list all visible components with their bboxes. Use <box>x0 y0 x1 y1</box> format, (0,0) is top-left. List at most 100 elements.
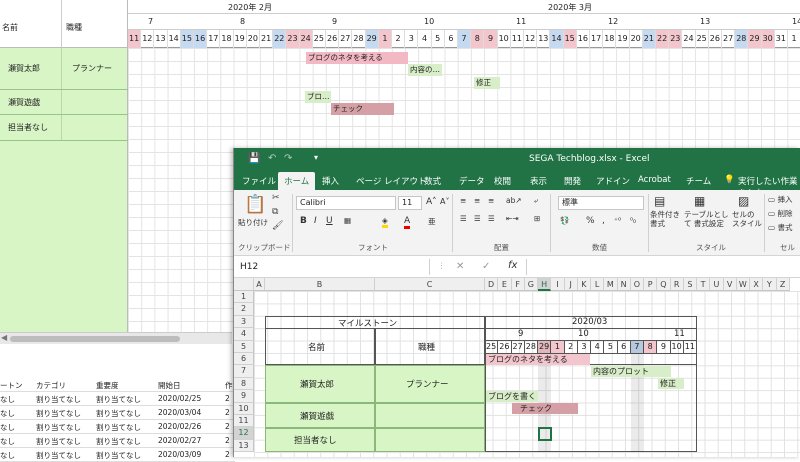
tab-page-layout[interactable]: ページ レイアウト <box>356 175 427 187</box>
day-cell[interactable]: 27 <box>512 341 525 353</box>
font-grow-icon[interactable]: A˄ <box>426 197 437 207</box>
orientation-icon[interactable]: ab↗ <box>506 196 522 205</box>
name-box[interactable]: H12 <box>240 259 430 275</box>
task-bar[interactable]: チェック <box>331 103 394 115</box>
font-name-select[interactable]: Calibri <box>296 196 396 210</box>
day-cell[interactable]: 11 <box>684 341 697 353</box>
format-as-table-icon[interactable]: ▦ <box>694 194 705 208</box>
paste-icon[interactable]: 📋 <box>244 194 266 215</box>
table-row[interactable]: なし 割り当てなし 割り当てなし 2020/02/27 2 <box>0 434 235 448</box>
tab-formulas[interactable]: 数式 <box>424 175 441 187</box>
align-middle-icon[interactable]: ≡ <box>474 196 480 205</box>
copy-icon[interactable]: ⧉ <box>272 207 278 217</box>
column-header[interactable]: I <box>551 278 565 291</box>
column-header[interactable]: S <box>683 278 697 291</box>
day-cell[interactable]: 5 <box>604 341 618 353</box>
day-cell[interactable]: 1 <box>551 341 565 353</box>
more-options-icon[interactable]: ⋮ <box>438 261 446 270</box>
column-header[interactable]: A <box>254 278 265 291</box>
task-bar[interactable]: 修正 <box>658 378 684 389</box>
day-cell[interactable]: 2 <box>565 341 578 353</box>
table-row[interactable]: なし 割り当てなし 割り当てなし 2020/02/25 2 <box>0 392 235 406</box>
row-header[interactable]: 5 <box>234 340 254 353</box>
person-name-cell[interactable]: 瀬賀太郎 <box>265 365 375 403</box>
align-left-icon[interactable]: ☰ <box>460 214 467 223</box>
column-header[interactable]: M <box>604 278 618 291</box>
task-bar[interactable]: ブログのネタを考える <box>486 354 590 365</box>
person-role-cell[interactable] <box>375 428 485 452</box>
align-top-icon[interactable]: ≡ <box>460 196 466 205</box>
column-header[interactable]: V <box>723 278 737 291</box>
row-header[interactable]: 8 <box>234 377 254 391</box>
column-header[interactable]: K <box>577 278 591 291</box>
cancel-formula-icon[interactable]: ✕ <box>456 261 464 272</box>
day-cell[interactable]: 4 <box>591 341 605 353</box>
tab-addins[interactable]: アドイン <box>596 175 630 187</box>
day-cell[interactable]: 25 <box>485 341 499 353</box>
enter-formula-icon[interactable]: ✓ <box>482 261 490 272</box>
table-row[interactable]: なし 割り当てなし 割り当てなし 2020/03/09 2 <box>0 448 235 462</box>
delete-cells-button[interactable]: ▭ 削除 <box>768 208 792 219</box>
member-row[interactable]: 瀬賀太郎 プランナー <box>0 48 128 90</box>
row-header[interactable]: 12 <box>234 427 254 440</box>
row-header[interactable]: 9 <box>234 390 254 403</box>
column-header[interactable]: E <box>498 278 512 291</box>
day-cell[interactable]: 3 <box>578 341 591 353</box>
tab-acrobat[interactable]: Acrobat <box>638 175 671 185</box>
member-row[interactable]: 瀬賀遊戯 <box>0 90 128 115</box>
column-header[interactable]: X <box>750 278 764 291</box>
row-header[interactable]: 2 <box>234 303 254 316</box>
paste-label[interactable]: 貼り付け <box>238 217 268 228</box>
row-header[interactable]: 10 <box>234 402 254 415</box>
scrollbar-thumb[interactable] <box>10 336 180 342</box>
percent-icon[interactable]: % <box>586 216 595 226</box>
tab-team[interactable]: チーム <box>686 175 711 187</box>
tab-insert[interactable]: 挿入 <box>322 175 339 187</box>
day-cell[interactable]: 10 <box>671 341 684 353</box>
name-header-cell[interactable]: 名前 <box>265 328 375 365</box>
column-header[interactable]: O <box>630 278 644 291</box>
column-header[interactable]: C <box>375 278 485 291</box>
horizontal-scrollbar[interactable]: ◀ <box>0 332 232 344</box>
task-bar[interactable]: 内容のプロット <box>591 366 671 377</box>
insert-function-icon[interactable]: fx <box>508 260 517 271</box>
border-icon[interactable]: ▦ <box>344 216 351 225</box>
task-bar[interactable]: 内容の… <box>408 64 442 76</box>
undo-icon[interactable]: ↶ <box>268 153 276 164</box>
column-header[interactable]: P <box>644 278 658 291</box>
column-header[interactable]: T <box>697 278 711 291</box>
cell-styles-button[interactable]: セルの スタイル <box>732 210 762 228</box>
day-cell[interactable]: 28 <box>525 341 538 353</box>
underline-icon[interactable]: U <box>326 216 333 226</box>
task-bar[interactable]: ブロ… <box>305 91 331 103</box>
task-bar[interactable]: ブログを書く <box>486 391 538 402</box>
increase-decimal-icon[interactable]: ⁺⁰ <box>614 216 621 225</box>
column-header[interactable]: Q <box>657 278 671 291</box>
format-as-table-button[interactable]: テーブルとして 書式設定 <box>684 210 730 228</box>
task-bar[interactable]: ブログのネタを考える <box>306 52 408 64</box>
column-header[interactable]: F <box>511 278 525 291</box>
format-cells-button[interactable]: ▭ 書式 <box>768 222 792 233</box>
select-all-corner[interactable] <box>234 278 254 291</box>
tab-home[interactable]: ホーム <box>278 172 316 190</box>
tab-view[interactable]: 表示 <box>530 175 547 187</box>
number-format-select[interactable]: 標準 <box>558 196 644 210</box>
person-name-cell[interactable]: 瀬賀遊戯 <box>265 403 375 428</box>
table-row[interactable]: なし 割り当てなし 割り当てなし 2020/03/04 2 <box>0 406 235 420</box>
insert-cells-button[interactable]: ▭ 挿入 <box>768 194 792 205</box>
row-header[interactable]: 4 <box>234 328 254 341</box>
column-header[interactable]: N <box>617 278 631 291</box>
table-row[interactable]: なし 割り当てなし 割り当てなし 2020/02/26 2 <box>0 420 235 434</box>
person-name-cell[interactable]: 担当者なし <box>265 428 375 452</box>
scroll-left-icon[interactable]: ◀ <box>1 333 7 342</box>
milestone-header-cell[interactable]: マイルストーン <box>265 316 485 329</box>
cell-styles-icon[interactable]: ▨ <box>738 194 749 208</box>
day-cell[interactable]: 8 <box>644 341 658 353</box>
save-icon[interactable]: 💾 <box>248 153 260 164</box>
excel-window[interactable]: 💾 ↶ ↷ ▾ SEGA Techblog.xlsx - Excel ファイル … <box>233 148 800 457</box>
member-row[interactable]: 担当者なし <box>0 115 128 141</box>
bold-icon[interactable]: B <box>300 216 307 226</box>
tab-data[interactable]: データ <box>459 175 485 187</box>
role-header-cell[interactable]: 職種 <box>375 328 485 365</box>
decrease-decimal-icon[interactable]: ⁰₀ <box>630 216 636 225</box>
